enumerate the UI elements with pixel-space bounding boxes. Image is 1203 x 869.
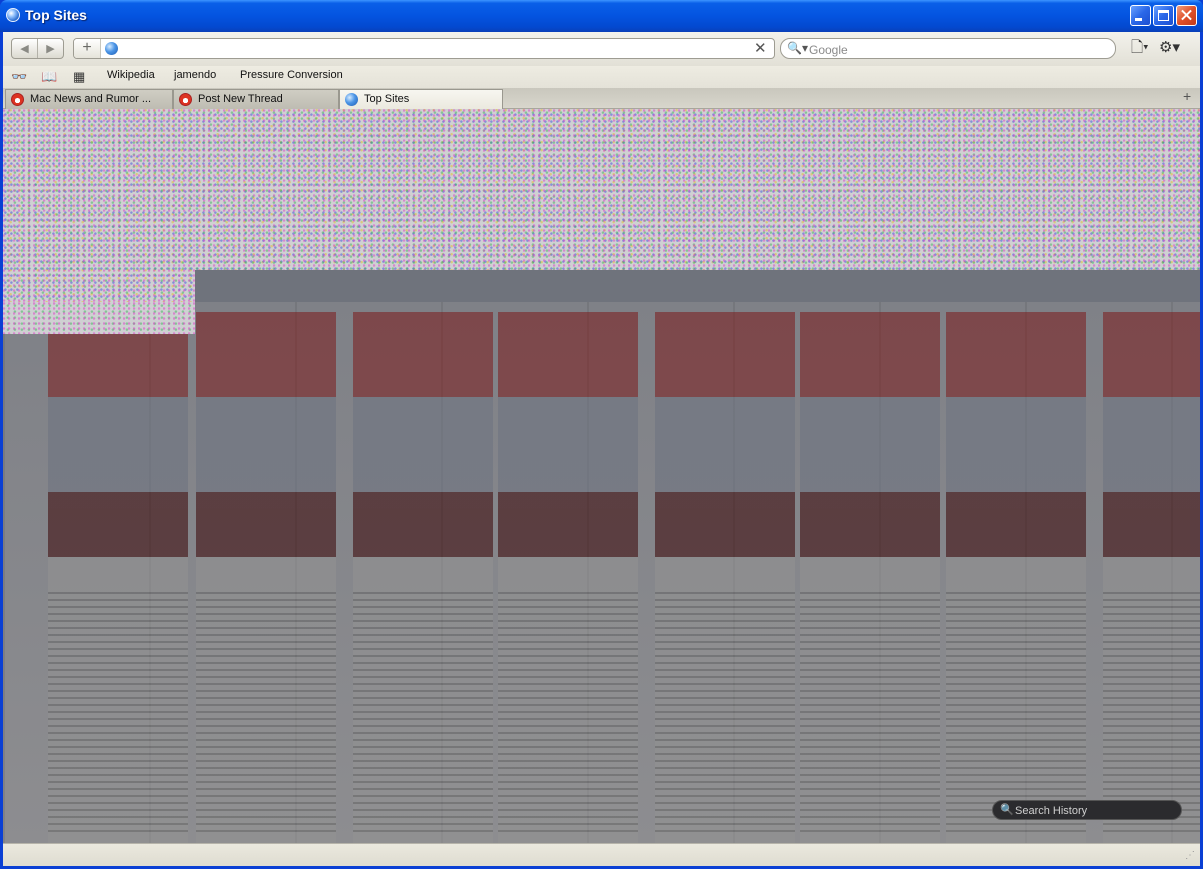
tab-label: Mac News and Rumor ...	[30, 93, 152, 105]
address-bar: + ✕	[73, 38, 775, 59]
apple-icon	[11, 93, 24, 106]
resize-grip-icon[interactable]: ⋰	[1185, 850, 1195, 861]
add-bookmark-button[interactable]: +	[74, 39, 101, 58]
tab-post-new-thread[interactable]: Post New Thread	[173, 89, 339, 109]
site-thumbnail[interactable]	[1103, 302, 1200, 843]
top-sites-grid	[3, 302, 1200, 843]
back-forward-group: ◀ ▶	[11, 38, 64, 59]
minimize-button[interactable]	[1130, 5, 1151, 26]
browser-window: Top Sites ◀ ▶ + ✕ 🔍▾ 🗋▾ ⚙▾ 👓	[0, 0, 1203, 869]
status-bar: ⋰	[3, 843, 1200, 866]
browser-client: ◀ ▶ + ✕ 🔍▾ 🗋▾ ⚙▾ 👓 📖 ▦ Wikipedia jamendo…	[3, 32, 1200, 866]
bookmark-jamendo[interactable]: jamendo	[174, 69, 216, 81]
search-icon[interactable]: 🔍▾	[787, 41, 808, 55]
globe-icon	[345, 93, 358, 106]
top-sites-grid-icon[interactable]: ▦	[73, 69, 85, 85]
bookmark-wikipedia[interactable]: Wikipedia	[107, 69, 155, 81]
site-thumbnail[interactable]	[48, 302, 188, 843]
background-noise	[3, 302, 195, 334]
page-menu-icon[interactable]: 🗋▾	[1131, 40, 1149, 56]
safari-globe-icon	[6, 8, 20, 22]
title-bar[interactable]: Top Sites	[0, 0, 1203, 32]
site-thumbnail[interactable]	[196, 302, 336, 843]
bookmarks-icon[interactable]: 📖	[41, 69, 57, 85]
gear-icon[interactable]: ⚙▾	[1159, 40, 1180, 56]
new-tab-button[interactable]: +	[1183, 88, 1191, 104]
navigation-toolbar: ◀ ▶ + ✕ 🔍▾ 🗋▾ ⚙▾	[3, 32, 1200, 66]
tab-mac-news[interactable]: Mac News and Rumor ...	[5, 89, 173, 109]
close-button[interactable]	[1176, 5, 1197, 26]
tab-bar: Mac News and Rumor ... Post New Thread T…	[3, 88, 1200, 109]
bookmarks-bar: 👓 📖 ▦ Wikipedia jamendo Pressure Convers…	[3, 66, 1200, 88]
tab-top-sites[interactable]: Top Sites	[339, 89, 503, 109]
forward-button[interactable]: ▶	[38, 39, 63, 58]
globe-icon	[105, 42, 118, 55]
clear-url-icon[interactable]: ✕	[754, 39, 767, 58]
bookmark-pressure-conversion[interactable]: Pressure Conversion	[240, 69, 343, 81]
search-history-field: 🔍	[992, 800, 1182, 820]
search-icon: 🔍	[1000, 804, 1014, 816]
site-thumbnail[interactable]	[655, 302, 795, 843]
search-bar: 🔍▾	[780, 38, 1116, 59]
window-title: Top Sites	[25, 7, 87, 23]
tab-label: Post New Thread	[198, 93, 283, 105]
site-thumbnail[interactable]	[353, 302, 493, 843]
maximize-button[interactable]	[1153, 5, 1174, 26]
site-thumbnail[interactable]	[946, 302, 1086, 843]
apple-icon	[179, 93, 192, 106]
top-sites-header-band	[195, 270, 1200, 302]
site-thumbnail[interactable]	[498, 302, 638, 843]
back-button[interactable]: ◀	[12, 39, 38, 58]
tab-label: Top Sites	[364, 93, 410, 105]
address-input[interactable]	[124, 40, 748, 59]
reading-list-icon[interactable]: 👓	[11, 69, 27, 85]
search-input[interactable]	[807, 40, 1111, 59]
search-history-input[interactable]	[1013, 802, 1177, 820]
site-thumbnail[interactable]	[800, 302, 940, 843]
top-sites-view: 🔍	[3, 109, 1200, 843]
